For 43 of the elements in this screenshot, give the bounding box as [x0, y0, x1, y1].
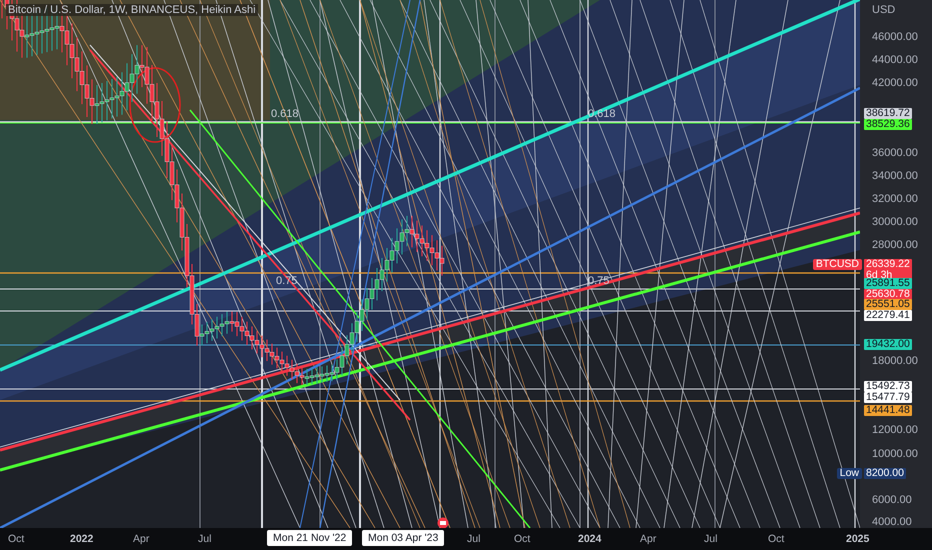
- price-tick-label: 12000.00: [872, 424, 918, 436]
- price-tag: 15477.79: [864, 392, 912, 403]
- symbol-tag: BTCUSD: [812, 259, 862, 270]
- month-label: Apr: [640, 533, 656, 545]
- month-label: Jul: [198, 533, 212, 545]
- year-label: 2025: [846, 533, 870, 545]
- price-tick-label: 6000.00: [872, 494, 912, 506]
- price-tick-label: 4000.00: [872, 516, 912, 528]
- price-tick-label: 30000.00: [872, 216, 918, 228]
- price-tick-label: 18000.00: [872, 355, 918, 367]
- event-icon[interactable]: [437, 517, 449, 528]
- price-tag: 8200.00: [864, 468, 906, 479]
- month-label: Oct: [514, 533, 530, 545]
- price-value: 26339.22: [866, 259, 910, 270]
- month-label: Oct: [768, 533, 784, 545]
- price-tag: 19432.00: [864, 339, 912, 350]
- price-tag: 25891.55: [864, 278, 912, 289]
- chart-title: Bitcoin / U.S. Dollar, 1W, BINANCEUS, Heikin Ashi: [6, 4, 258, 16]
- date-label: Mon 21 Nov '22: [267, 530, 352, 546]
- price-tag: 22279.41: [864, 310, 912, 321]
- price-tick-label: 44000.00: [872, 54, 918, 66]
- price-tick-label: 28000.00: [872, 239, 918, 251]
- price-tag: 25630.78: [864, 289, 912, 300]
- price-tag: 15492.73: [864, 381, 912, 392]
- currency-label: USD: [872, 4, 896, 16]
- price-tick-label: 34000.00: [872, 170, 918, 182]
- date-label: Mon 03 Apr '23: [362, 530, 444, 546]
- price-tick-label: 10000.00: [872, 448, 918, 460]
- price-tick-label: 46000.00: [872, 31, 918, 43]
- price-tag: 14441.48: [864, 405, 912, 416]
- month-label: Jul: [704, 533, 718, 545]
- low-label: Low: [836, 468, 862, 479]
- price-tag: 25551.05: [864, 299, 912, 310]
- price-tick-label: 36000.00: [872, 147, 918, 159]
- price-tag: 38529.36: [864, 119, 912, 130]
- price-tick-label: 42000.00: [872, 77, 918, 89]
- month-label: Apr: [133, 533, 150, 545]
- year-label: 2024: [578, 533, 602, 545]
- month-label: Oct: [8, 533, 24, 545]
- price-tick-label: 32000.00: [872, 193, 918, 205]
- price-tag: 38619.72: [864, 108, 912, 119]
- month-label: Jul: [467, 533, 480, 545]
- year-label: 2022: [70, 533, 94, 545]
